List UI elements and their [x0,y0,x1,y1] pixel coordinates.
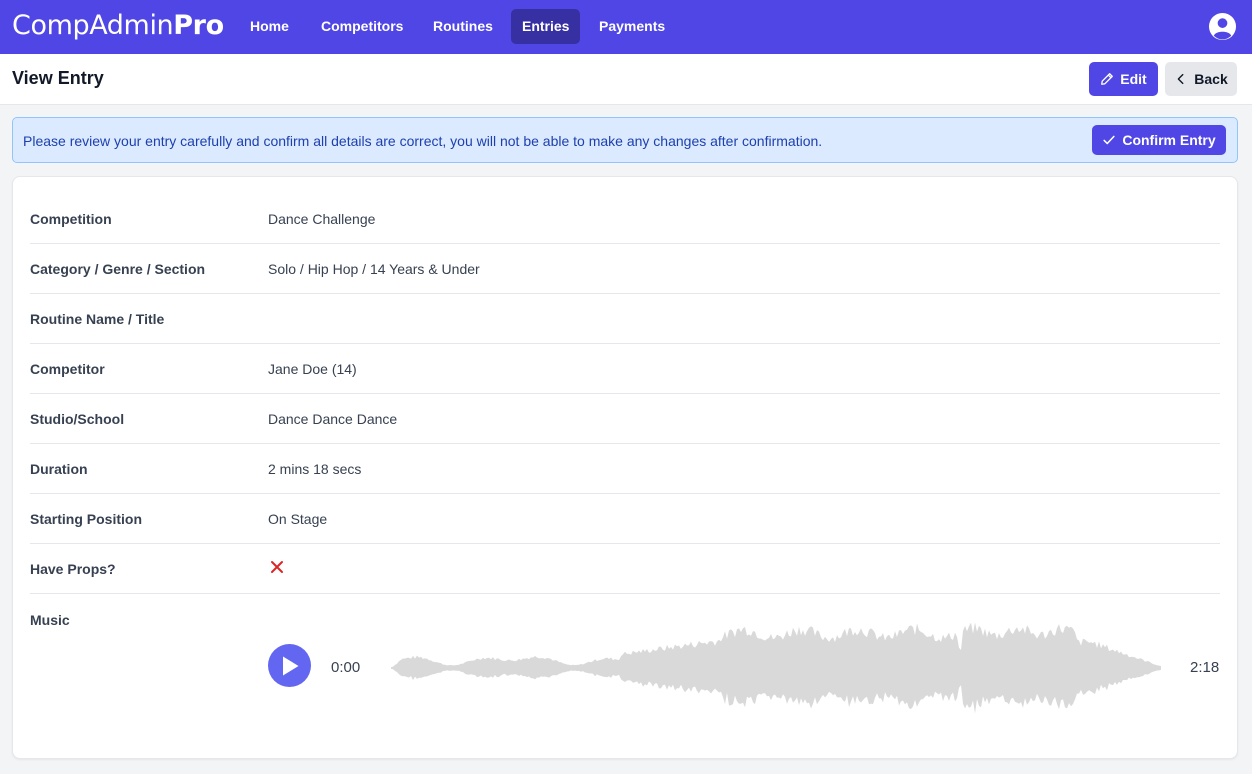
nav-home[interactable]: Home [239,9,300,44]
detail-label: Competitor [30,361,105,377]
logo-text-regular: CompAdmin [12,10,174,41]
detail-row-routine-name: Routine Name / Title [30,294,1220,344]
play-button[interactable] [268,644,311,687]
user-circle-icon[interactable] [1208,12,1237,41]
app-logo[interactable]: CompAdminPro [12,9,224,43]
back-button-label: Back [1194,71,1228,87]
detail-row-competition: Competition Dance Challenge [30,194,1220,244]
detail-value: Jane Doe (14) [268,361,357,377]
detail-label: Have Props? [30,561,116,577]
detail-label: Category / Genre / Section [30,261,206,277]
confirm-entry-button[interactable]: Confirm Entry [1092,125,1226,155]
nav-competitors[interactable]: Competitors [310,9,414,44]
logo-text-bold: Pro [173,10,224,41]
page-header: View Entry [0,54,1252,105]
top-navbar: CompAdminPro Home Competitors Routines E… [0,0,1252,54]
waveform-shape [391,622,1161,714]
chevron-left-icon [1177,73,1184,85]
play-icon [282,656,298,675]
alert-message: Please review your entry carefully and c… [23,133,823,149]
x-icon [271,561,283,573]
detail-row-starting-position: Starting Position On Stage [30,494,1220,544]
pencil-icon [1101,73,1114,85]
detail-label: Starting Position [30,511,142,527]
back-button[interactable]: Back [1165,62,1237,96]
edit-button[interactable]: Edit [1089,62,1158,96]
detail-row-category: Category / Genre / Section Solo / Hip Ho… [30,244,1220,294]
detail-value: On Stage [268,511,328,527]
detail-row-duration: Duration 2 mins 18 secs [30,444,1220,494]
nav-routines[interactable]: Routines [422,9,504,44]
music-label: Music [30,612,70,628]
confirm-entry-label: Confirm Entry [1122,132,1216,148]
nav-payments[interactable]: Payments [588,9,676,44]
nav-entries[interactable]: Entries [511,9,581,44]
entry-details-card: Competition Dance Challenge Category / G… [12,176,1238,759]
detail-row-props: Have Props? [30,544,1220,594]
edit-button-label: Edit [1120,71,1147,87]
detail-value: Dance Dance Dance [268,411,398,427]
detail-label: Routine Name / Title [30,311,165,327]
audio-waveform[interactable] [391,617,1161,719]
detail-label: Competition [30,211,112,227]
page-title: View Entry [12,68,104,88]
current-time: 0:00 [331,659,361,676]
confirmation-alert: Please review your entry carefully and c… [12,117,1238,163]
detail-label: Studio/School [30,411,125,427]
detail-value: 2 mins 18 secs [268,461,362,477]
detail-label: Duration [30,461,88,477]
detail-value: Solo / Hip Hop / 14 Years & Under [268,261,480,277]
detail-value: Dance Challenge [268,211,376,227]
detail-row-studio: Studio/School Dance Dance Dance [30,394,1220,444]
detail-row-competitor: Competitor Jane Doe (14) [30,344,1220,394]
total-time: 2:18 [1190,659,1220,676]
check-icon [1103,135,1115,145]
